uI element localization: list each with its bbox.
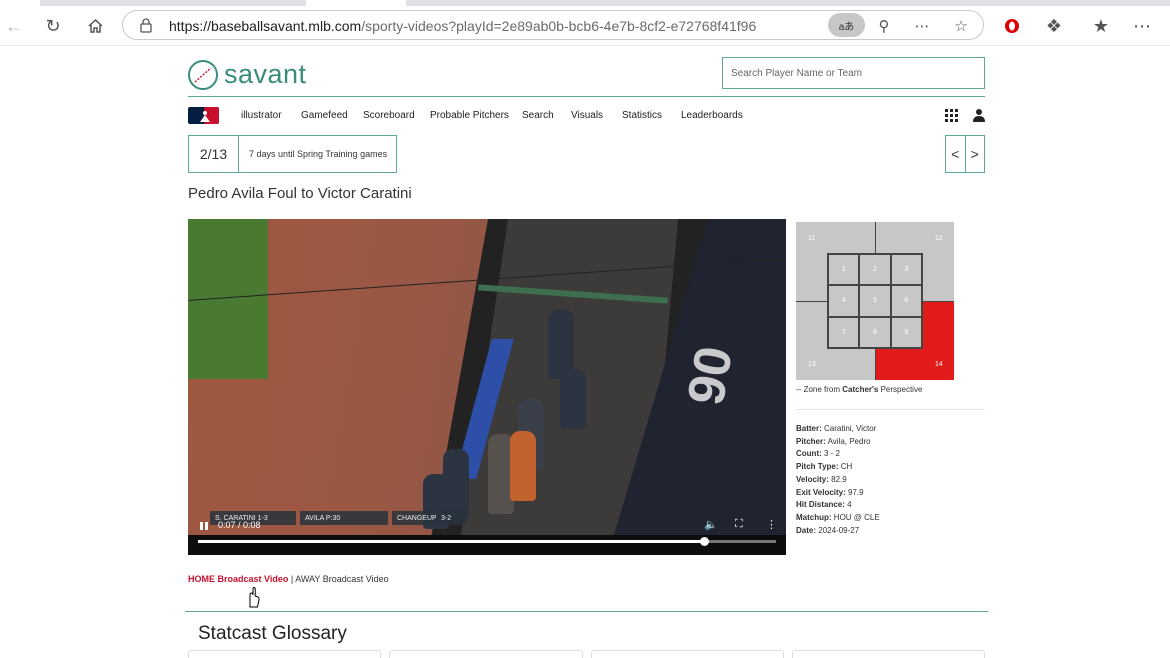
logo-text: savant <box>224 59 307 89</box>
browser-toolbar: ← ↻ https://baseballsavant.mlb.com/sport… <box>0 6 1170 46</box>
glossary-divider <box>185 611 988 612</box>
zone-cell: 2 <box>859 254 891 286</box>
fullscreen-icon[interactable]: ⛶ <box>735 518 743 531</box>
zone-divider <box>796 301 827 302</box>
user-icon[interactable] <box>973 108 985 122</box>
detail-row: Date: 2024-09-27 <box>796 525 860 535</box>
detail-row: Pitcher: Avila, Pedro <box>796 436 871 446</box>
zone-divider <box>922 301 954 302</box>
detail-row: Matchup: HOU @ CLE <box>796 512 880 522</box>
player-search-input[interactable]: Search Player Name or Team <box>722 57 985 89</box>
refresh-icon[interactable]: ↻ <box>41 14 65 38</box>
broadcast-links: HOME Broadcast Video | AWAY Broadcast Vi… <box>188 574 389 584</box>
back-arrow-icon[interactable]: ← <box>2 14 26 38</box>
strike-zone-chart: 11 12 13 14 1 2 3 4 5 6 7 8 9 <box>796 222 954 380</box>
next-button[interactable]: > <box>966 136 985 172</box>
zone-cell: 4 <box>828 285 860 317</box>
home-broadcast-link[interactable]: HOME Broadcast Video <box>188 574 288 584</box>
extensions-puzzle-icon[interactable]: ❖ <box>1042 14 1066 38</box>
glossary-card[interactable] <box>791 650 985 658</box>
glossary-title: Statcast Glossary <box>198 623 347 644</box>
nav-visuals[interactable]: Visuals <box>571 110 603 121</box>
zone-divider <box>875 222 876 253</box>
video-scrubber-handle[interactable] <box>699 537 709 546</box>
banner-date: 2/13 <box>189 136 239 172</box>
spring-training-banner: 2/13 7 days until Spring Training games <box>188 135 397 173</box>
video-frame-wall-text: 90 <box>676 342 745 410</box>
video-frame-player <box>510 431 536 501</box>
glossary-card[interactable] <box>188 650 382 658</box>
zone-cell: 1 <box>828 254 860 286</box>
nav-gamefeed[interactable]: Gamefeed <box>301 110 348 121</box>
zone-14: 14 <box>935 361 943 368</box>
glossary-cards <box>188 650 985 658</box>
glossary-card[interactable] <box>590 650 784 658</box>
zone-12: 12 <box>935 235 943 242</box>
zone-inner-grid: 1 2 3 4 5 6 7 8 9 <box>827 253 923 349</box>
header-divider <box>188 96 985 97</box>
page-content: savant Search Player Name or Team illust… <box>0 47 1170 658</box>
zone-cell: 3 <box>890 254 922 286</box>
zone-caption: -- Zone from Catcher's Perspective <box>796 385 923 394</box>
pause-icon[interactable] <box>199 521 209 531</box>
zone-divider-line <box>796 409 985 410</box>
detail-row: Count: 3 - 2 <box>796 449 841 459</box>
baseball-logo-icon <box>188 59 218 90</box>
opera-extension-icon[interactable] <box>1000 14 1024 38</box>
video-player[interactable]: 90 S. CARATINI 1-3 AVILA P:30 CHANGEUP 3… <box>188 219 786 555</box>
nav-search[interactable]: Search <box>522 110 554 121</box>
zone-cell: 6 <box>890 285 922 317</box>
nav-illustrator[interactable]: illustrator <box>241 110 282 121</box>
zoom-icon[interactable]: ⚲ <box>873 15 895 37</box>
banner-pager: < > <box>945 135 985 173</box>
favorite-star-icon[interactable]: ☆ <box>950 15 972 37</box>
volume-icon[interactable]: 🔈 <box>704 518 718 531</box>
mlb-logo-icon[interactable] <box>188 107 219 124</box>
detail-row: Hit Distance: 4 <box>796 500 852 510</box>
address-bar[interactable]: https://baseballsavant.mlb.com/sporty-vi… <box>122 10 984 40</box>
zone-cell: 5 <box>859 285 891 317</box>
video-frame-player <box>560 369 586 429</box>
video-time: 0:07 / 0:08 <box>218 520 261 530</box>
more-tools-icon[interactable]: ⋯ <box>911 15 933 37</box>
video-controls: 0:07 / 0:08 🔈 ⛶ ⋮ <box>188 513 786 555</box>
zone-11: 11 <box>808 235 816 242</box>
nav-scoreboard[interactable]: Scoreboard <box>363 110 415 121</box>
nav-statistics[interactable]: Statistics <box>622 110 662 121</box>
zone-cell: 7 <box>828 316 860 348</box>
zone-divider <box>875 348 876 380</box>
savant-logo[interactable]: savant <box>188 59 307 90</box>
detail-row: Exit Velocity: 97.9 <box>796 487 864 497</box>
hand-cursor-icon <box>249 587 260 608</box>
video-progress-bar[interactable] <box>198 537 776 546</box>
nav-probable-pitchers[interactable]: Probable Pitchers <box>430 110 509 121</box>
zone-cell: 8 <box>859 316 891 348</box>
favorites-icon[interactable]: ★ <box>1089 14 1113 38</box>
nav-leaderboards[interactable]: Leaderboards <box>681 110 743 121</box>
read-aloud-button[interactable]: aあ <box>828 13 865 37</box>
browser-menu-icon[interactable]: ⋯ <box>1130 14 1154 38</box>
main-nav: illustrator Gamefeed Scoreboard Probable… <box>188 107 985 125</box>
away-broadcast-link[interactable]: AWAY Broadcast Video <box>295 574 388 584</box>
detail-row: Batter: Caratini, Victor <box>796 424 877 433</box>
detail-row: Velocity: 82.9 <box>796 474 847 484</box>
detail-row: Pitch Type: CH <box>796 462 853 472</box>
prev-button[interactable]: < <box>946 136 966 172</box>
apps-grid-icon[interactable] <box>945 109 958 122</box>
pitch-details: Batter: Caratini, Victor Pitcher: Avila,… <box>796 423 880 537</box>
lock-icon[interactable] <box>139 17 153 33</box>
glossary-card[interactable] <box>389 650 583 658</box>
zone-13: 13 <box>808 361 816 368</box>
url-text[interactable]: https://baseballsavant.mlb.com/sporty-vi… <box>169 18 756 34</box>
play-title: Pedro Avila Foul to Victor Caratini <box>188 185 412 202</box>
video-menu-icon[interactable]: ⋮ <box>766 518 777 531</box>
banner-message: 7 days until Spring Training games <box>249 149 388 159</box>
home-icon[interactable] <box>83 14 107 38</box>
video-progress-fill <box>198 540 704 543</box>
zone-cell: 9 <box>890 316 922 348</box>
